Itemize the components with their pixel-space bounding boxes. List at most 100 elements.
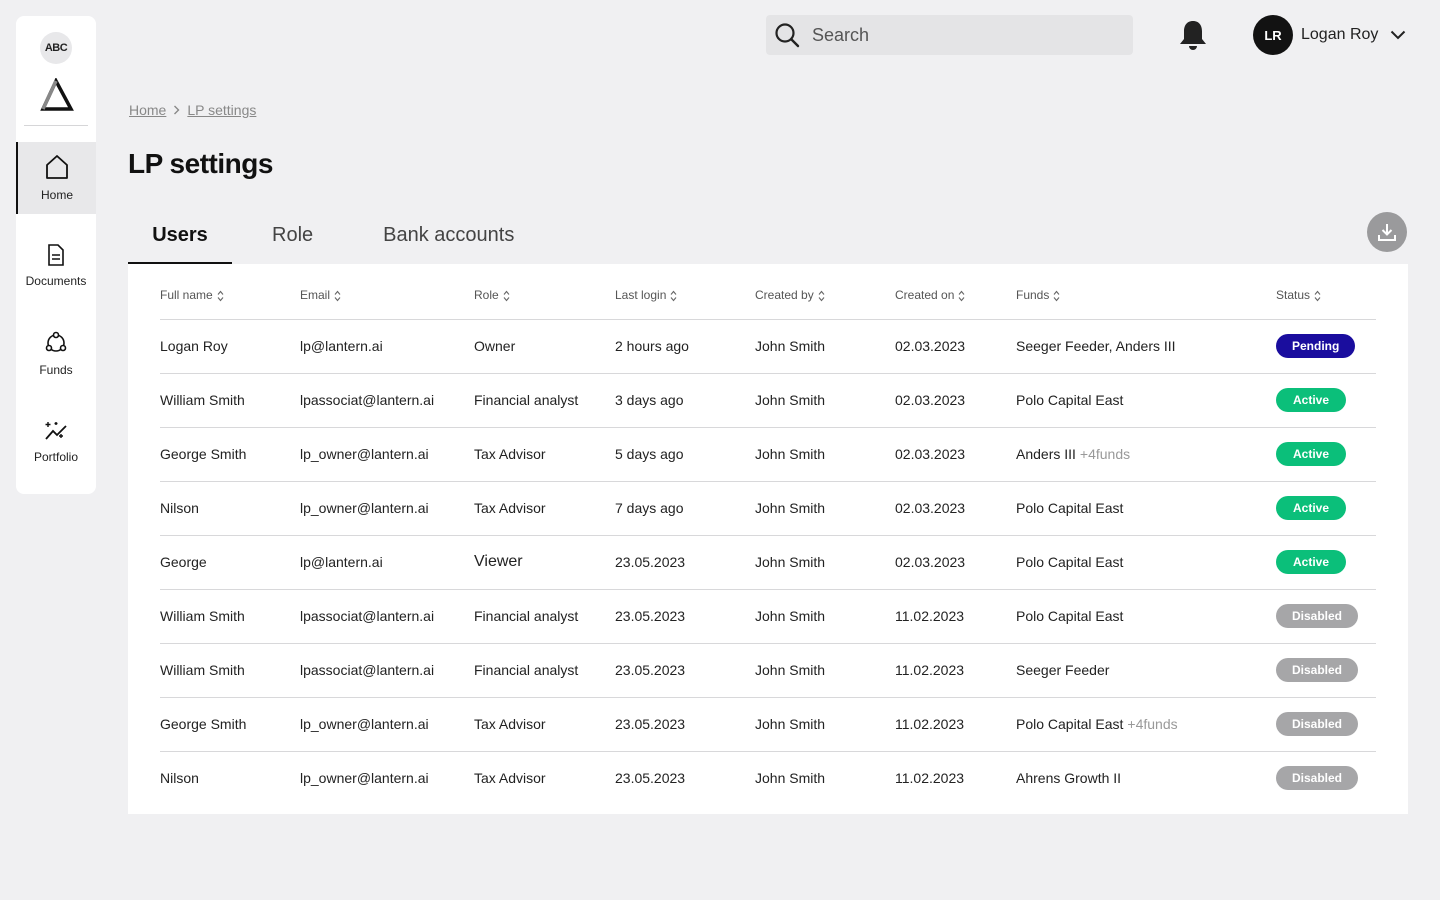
sort-icon[interactable] — [1314, 290, 1321, 302]
table-row[interactable]: William Smith lpassociat@lantern.ai Financ… — [160, 643, 1376, 698]
brand-logo-icon[interactable] — [40, 78, 74, 112]
status-badge: Active — [1276, 388, 1347, 412]
cell-last-login: 23.05.2023 — [615, 535, 755, 590]
download-button[interactable] — [1367, 212, 1407, 252]
cell-full-name: William Smith — [160, 373, 300, 428]
cell-created-by: John Smith — [755, 373, 895, 428]
table-row[interactable]: Nilson lp_owner@lantern.ai Tax Advisor 23.0… — [160, 751, 1376, 805]
tab-role[interactable]: Role — [272, 212, 313, 264]
cell-full-name: George — [160, 535, 300, 590]
funds-names: Polo Capital East — [1016, 500, 1124, 516]
cell-funds: Seeger Feeder — [1016, 643, 1276, 698]
cell-created-by: John Smith — [755, 770, 826, 787]
sidebar-item-home[interactable]: Home — [16, 142, 96, 214]
column-header-label: Last login — [615, 288, 667, 303]
sidebar-item-documents[interactable]: Documents — [16, 230, 96, 302]
column-header-label: Email — [300, 288, 331, 303]
avatar[interactable]: LR — [1253, 15, 1293, 55]
cell-email: lp_owner@lantern.ai — [300, 697, 474, 752]
cell-status: Active — [1276, 427, 1376, 482]
cell-last-login: 23.05.2023 — [615, 770, 686, 787]
sidebar-item-label: Funds — [39, 363, 73, 377]
sidebar-item-portfolio[interactable]: Portfolio — [16, 406, 96, 478]
cell-email: lpassociat@lantern.ai — [300, 373, 474, 428]
table-row[interactable]: Logan Roy lp@lantern.ai Owner 2 hours ago Jo… — [160, 319, 1376, 374]
cell-created-by: John Smith — [755, 427, 895, 482]
tab-bar: Users Role Bank accounts — [128, 212, 514, 264]
user-name[interactable]: Logan Roy — [1301, 26, 1378, 44]
cell-role: Owner — [474, 319, 615, 374]
column-status-header[interactable]: Status — [1276, 264, 1376, 320]
status-badge: Disabled — [1276, 766, 1359, 791]
cell-last-login: 23.05.2023 — [615, 643, 755, 698]
cell-funds: Polo Capital East — [1016, 373, 1276, 428]
cell-full-name: Nilson — [160, 770, 199, 787]
cell-full-name: William Smith — [160, 589, 300, 644]
sidebar: ABC Home Documents Funds Portfolio — [16, 16, 96, 494]
sort-icon[interactable] — [217, 290, 224, 302]
cell-funds: Polo Capital East — [1016, 535, 1276, 590]
cell-created-on: 02.03.2023 — [895, 373, 1016, 428]
column-header-label: Full name — [160, 288, 213, 303]
column-created-on-header[interactable]: Created on — [895, 264, 1016, 320]
tab-users[interactable]: Users — [128, 212, 232, 264]
sort-icon[interactable] — [334, 290, 341, 302]
cell-created-on: 02.03.2023 — [895, 319, 1016, 374]
table-row[interactable]: George Smith lp_owner@lantern.ai Tax Advis… — [160, 697, 1376, 752]
org-badge[interactable]: ABC — [40, 32, 72, 64]
sort-icon[interactable] — [1053, 290, 1060, 302]
cell-status: Active — [1276, 373, 1376, 428]
column-funds-header[interactable]: Funds — [1016, 264, 1276, 320]
table-row[interactable]: William Smith lpassociat@lantern.ai Financ… — [160, 589, 1376, 644]
more-funds-link[interactable]: +4funds — [1080, 446, 1130, 462]
funds-names: Ahrens Growth II — [1016, 770, 1122, 787]
tab-bank-accounts[interactable]: Bank accounts — [383, 212, 514, 264]
search-icon — [775, 23, 800, 48]
table-header-row: Full name Email Role Last login Created by Cr… — [160, 264, 1376, 320]
cell-last-login: 23.05.2023 — [615, 697, 755, 752]
table-row[interactable]: William Smith lpassociat@lantern.ai Financ… — [160, 373, 1376, 428]
cell-funds: Seeger Feeder, Anders III — [1016, 319, 1276, 374]
sidebar-divider — [24, 125, 88, 126]
funds-names: Polo Capital East — [1016, 716, 1124, 732]
sort-icon[interactable] — [503, 290, 510, 302]
funds-names: Seeger Feeder, Anders III — [1016, 338, 1176, 354]
breadcrumb-home-link[interactable]: Home — [129, 102, 166, 118]
search-input[interactable] — [812, 24, 1112, 46]
cell-last-login: 7 days ago — [615, 481, 755, 536]
sort-icon[interactable] — [818, 290, 825, 302]
status-badge: Disabled — [1276, 604, 1359, 628]
portfolio-icon — [45, 422, 67, 440]
status-badge: Active — [1276, 550, 1347, 574]
status-badge: Active — [1276, 496, 1347, 520]
cell-funds: Polo Capital East — [1016, 481, 1276, 536]
cell-created-on: 02.03.2023 — [895, 427, 1016, 482]
search-bar[interactable] — [766, 15, 1133, 55]
column-last-login-header[interactable]: Last login — [615, 264, 755, 320]
cell-role: Tax Advisor — [474, 427, 615, 482]
notification-bell-icon[interactable] — [1177, 18, 1209, 52]
column-created-by-header[interactable]: Created by — [755, 264, 895, 320]
column-role-header[interactable]: Role — [474, 264, 615, 320]
cell-status: Disabled — [1276, 697, 1376, 752]
cell-funds: Polo Capital East +4funds — [1016, 697, 1276, 752]
funds-icon — [45, 331, 67, 352]
breadcrumb-lp-settings-link[interactable]: LP settings — [187, 102, 256, 118]
table-row[interactable]: George Smith lp_owner@lantern.ai Tax Advis… — [160, 427, 1376, 482]
column-full-name-header[interactable]: Full name — [160, 264, 300, 320]
cell-status: Disabled — [1276, 589, 1376, 644]
sort-icon[interactable] — [670, 290, 677, 302]
sort-icon[interactable] — [958, 290, 965, 302]
table-row[interactable]: George lp@lantern.ai Viewer 23.05.2023 John … — [160, 535, 1376, 590]
table-row[interactable]: Nilson lp_owner@lantern.ai Tax Advisor 7 da… — [160, 481, 1376, 536]
more-funds-link[interactable]: +4funds — [1127, 716, 1177, 732]
column-email-header[interactable]: Email — [300, 264, 474, 320]
cell-last-login: 5 days ago — [615, 427, 755, 482]
status-badge: Disabled — [1276, 658, 1359, 682]
sidebar-item-funds[interactable]: Funds — [16, 318, 96, 390]
cell-last-login: 23.05.2023 — [615, 589, 755, 644]
cell-full-name: George Smith — [160, 697, 300, 752]
cell-role: Tax Advisor — [474, 481, 615, 536]
chevron-down-icon[interactable] — [1390, 30, 1406, 40]
user-menu[interactable]: LR Logan Roy — [1253, 15, 1406, 55]
